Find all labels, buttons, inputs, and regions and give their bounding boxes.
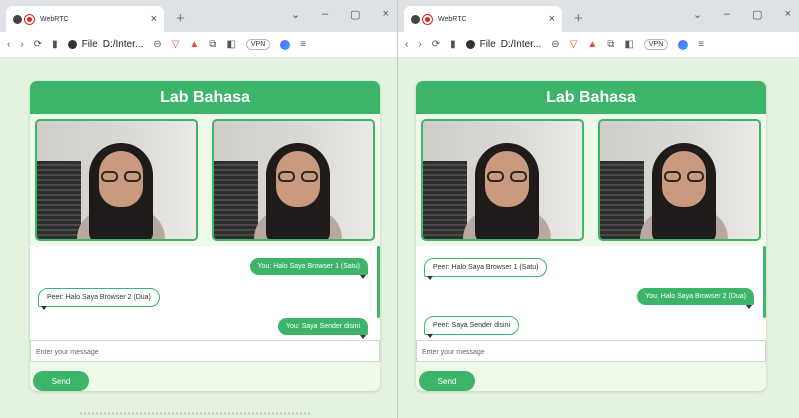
brave-shields-icon[interactable]: ▽ [570,39,578,50]
bat-rewards-icon[interactable]: ▲ [587,39,597,50]
address-text: D:/Inter... [102,39,144,50]
info-icon [465,40,475,49]
tab-search-icon[interactable]: ⌄ [291,8,300,21]
chat-message-you: You: Halo Saya Browser 2 (Dua) [637,288,754,309]
recording-icon [422,13,433,25]
address-text: D:/Inter... [500,39,542,50]
brave-shields-icon[interactable]: ▽ [172,39,180,50]
browser-window-1: WebRTC × + ⌄ – ▢ × ‹ › ⟳ ▮ File D:/Inter… [0,0,398,418]
brave-icon [411,14,420,24]
chat-message-peer: Peer: Halo Saya Browser 2 (Dua) [38,288,160,310]
send-button[interactable]: Send [419,371,475,391]
minimize-icon[interactable]: – [322,8,328,21]
message-input-wrapper [30,340,380,363]
video-row [416,114,766,241]
new-tab-icon[interactable]: + [176,10,185,27]
browser-toolbar: ‹ › ⟳ ▮ File D:/Inter... ⊖ ▽ ▲ ⧉ ◧ VPN ≡ [398,32,799,58]
reload-icon[interactable]: ⟳ [34,39,42,50]
chat-message-you: You: Saya Sender disini [277,318,368,339]
file-label: File [479,39,496,50]
tab-bar: WebRTC × + ⌄ – ▢ × [0,0,397,32]
maximize-icon[interactable]: ▢ [752,8,762,21]
vpn-button[interactable]: VPN [643,39,669,50]
local-video [421,119,584,241]
menu-icon[interactable]: ≡ [698,39,704,50]
remote-video [212,119,375,241]
chat-box[interactable]: You: Halo Saya Browser 1 (Satu) Peer: Ha… [30,246,380,340]
close-window-icon[interactable]: × [785,8,791,21]
zoom-icon[interactable]: ⊖ [551,39,559,50]
browser-tab[interactable]: WebRTC × [6,6,164,32]
back-icon[interactable]: ‹ [405,39,408,50]
recording-icon [24,13,35,25]
reload-icon[interactable]: ⟳ [432,39,440,50]
send-button[interactable]: Send [33,371,89,391]
browser-tab[interactable]: WebRTC × [404,6,562,32]
info-icon [67,40,77,49]
close-window-icon[interactable]: × [383,8,389,21]
app-card: Lab Bahasa You: Halo Saya Browser 1 (Sat… [30,81,380,391]
minimize-icon[interactable]: – [724,8,730,21]
zoom-icon[interactable]: ⊖ [153,39,161,50]
message-input[interactable] [31,342,379,363]
leo-icon[interactable] [280,39,291,50]
message-input-wrapper [416,340,766,363]
app-title: Lab Bahasa [30,81,380,114]
address-bar[interactable]: File D:/Inter... [67,39,144,50]
close-tab-icon[interactable]: × [151,13,157,25]
brave-icon [13,14,22,24]
address-bar[interactable]: File D:/Inter... [465,39,542,50]
forward-icon[interactable]: › [20,39,23,50]
maximize-icon[interactable]: ▢ [350,8,360,21]
tab-title: WebRTC [40,15,69,23]
screen: WebRTC × + ⌄ – ▢ × ‹ › ⟳ ▮ File D:/Inter… [0,0,799,418]
tab-bar: WebRTC × + ⌄ – ▢ × [398,0,799,32]
sidebar-icon[interactable]: ◧ [226,39,235,50]
chat-message-peer: Peer: Halo Saya Browser 1 (Satu) [424,258,548,280]
file-label: File [81,39,98,50]
browser-window-2: WebRTC × + ⌄ – ▢ × ‹ › ⟳ ▮ File D:/Inter… [398,0,799,418]
back-icon[interactable]: ‹ [7,39,10,50]
app-title: Lab Bahasa [416,81,766,114]
chat-box[interactable]: Peer: Halo Saya Browser 1 (Satu) You: Ha… [416,246,766,340]
tab-search-icon[interactable]: ⌄ [693,8,702,21]
vpn-button[interactable]: VPN [245,39,271,50]
chat-message-peer: Peer: Saya Sender disini [424,316,520,338]
chat-scrollbar[interactable] [377,246,380,318]
window-controls: ⌄ – ▢ × [291,8,389,21]
app-card: Lab Bahasa Peer: Halo Saya Browser 1 (Sa… [416,81,766,391]
bookmark-icon[interactable]: ▮ [450,39,456,50]
close-tab-icon[interactable]: × [549,13,555,25]
chat-message-you: You: Halo Saya Browser 1 (Satu) [249,258,368,279]
window-controls: ⌄ – ▢ × [693,8,791,21]
extensions-icon[interactable]: ⧉ [607,39,614,50]
new-tab-icon[interactable]: + [574,10,583,27]
tab-title: WebRTC [438,15,467,23]
bat-rewards-icon[interactable]: ▲ [189,39,199,50]
video-row [30,114,380,241]
message-input[interactable] [417,342,765,363]
sidebar-icon[interactable]: ◧ [624,39,633,50]
leo-icon[interactable] [678,39,689,50]
local-video [35,119,198,241]
remote-video [598,119,761,241]
bookmark-icon[interactable]: ▮ [52,39,58,50]
browser-toolbar: ‹ › ⟳ ▮ File D:/Inter... ⊖ ▽ ▲ ⧉ ◧ VPN ≡ [0,32,397,58]
taskbar-edge [80,412,310,415]
menu-icon[interactable]: ≡ [300,39,306,50]
forward-icon[interactable]: › [418,39,421,50]
extensions-icon[interactable]: ⧉ [209,39,216,50]
chat-scrollbar[interactable] [763,246,766,318]
